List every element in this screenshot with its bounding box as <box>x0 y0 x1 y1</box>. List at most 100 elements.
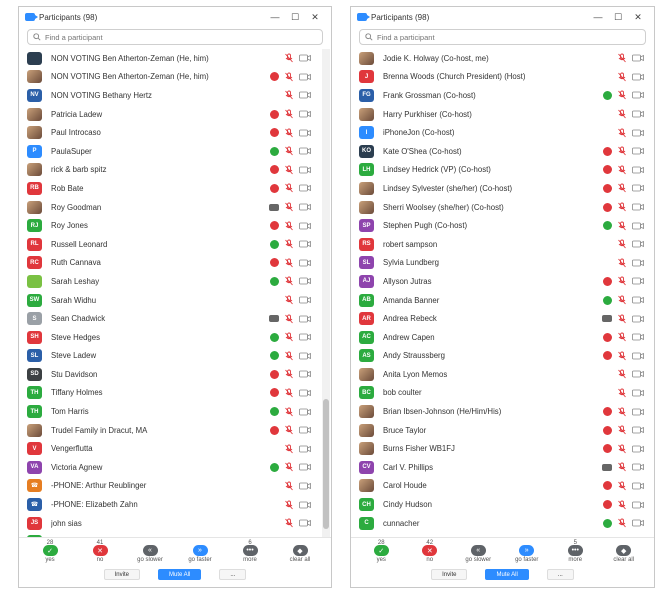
participant-row[interactable]: RJ Roy Jones <box>19 216 321 235</box>
participant-row[interactable]: Sherri Woolsey (she/her) (Co-host) <box>351 198 654 217</box>
video-off-icon[interactable] <box>632 240 644 248</box>
invite-button[interactable]: Invite <box>103 569 140 580</box>
video-off-icon[interactable] <box>632 445 644 453</box>
muted-mic-icon[interactable] <box>617 53 627 63</box>
video-off-icon[interactable] <box>632 519 644 527</box>
video-off-icon[interactable] <box>299 277 311 285</box>
participant-row[interactable]: ☎ -PHONE: Elizabeth Zahn <box>19 495 321 514</box>
minimize-icon[interactable]: — <box>265 12 285 22</box>
participant-row[interactable]: SL Sylvia Lundberg <box>351 254 654 273</box>
muted-mic-icon[interactable] <box>284 53 294 63</box>
participant-row[interactable]: J Brenna Woods (Church President) (Host) <box>351 68 654 87</box>
video-off-icon[interactable] <box>632 277 644 285</box>
participant-row[interactable]: JS john sias <box>19 514 321 533</box>
video-off-icon[interactable] <box>299 519 311 527</box>
participant-row[interactable]: CV Carl V. Phillips <box>351 458 654 477</box>
participant-row[interactable]: Carol Houde <box>351 477 654 496</box>
muted-mic-icon[interactable] <box>617 518 627 528</box>
invite-button[interactable]: Invite <box>431 569 468 580</box>
muted-mic-icon[interactable] <box>617 369 627 379</box>
reaction-go-faster-button[interactable]: » go faster <box>175 545 225 563</box>
participant-row[interactable]: V Vengerflutta <box>19 439 321 458</box>
muted-mic-icon[interactable] <box>284 146 294 156</box>
participant-row[interactable]: NON VOTING Ben Atherton-Zeman (He, him) <box>19 49 321 68</box>
participant-row[interactable]: NV NON VOTING Bethany Hertz <box>19 86 321 105</box>
muted-mic-icon[interactable] <box>284 388 294 398</box>
reaction-more-button[interactable]: ••• more <box>225 545 275 563</box>
muted-mic-icon[interactable] <box>284 221 294 231</box>
search-input[interactable] <box>377 32 629 42</box>
participant-row[interactable]: SH Steve Hedges <box>19 328 321 347</box>
participant-row[interactable]: RC Ruth Cannava <box>19 254 321 273</box>
participant-row[interactable]: Ccunnacher <box>351 514 654 533</box>
close-icon[interactable]: ✕ <box>305 12 325 23</box>
video-off-icon[interactable] <box>632 91 644 99</box>
participant-row[interactable]: TH Tom Harris <box>19 402 321 421</box>
mute-all-button[interactable]: Mute All <box>157 569 202 580</box>
muted-mic-icon[interactable] <box>284 369 294 379</box>
muted-mic-icon[interactable] <box>284 462 294 472</box>
muted-mic-icon[interactable] <box>284 276 294 286</box>
muted-mic-icon[interactable] <box>284 407 294 417</box>
video-off-icon[interactable] <box>632 333 644 341</box>
participant-row[interactable]: Roy Goodman <box>19 198 321 217</box>
video-off-icon[interactable] <box>299 501 311 509</box>
participant-row[interactable]: Lindsey Sylvester (she/her) (Co-host) <box>351 179 654 198</box>
participant-row[interactable]: AS Andy Straussberg <box>351 347 654 366</box>
search-input[interactable] <box>45 32 306 42</box>
video-off-icon[interactable] <box>632 73 644 81</box>
video-off-icon[interactable] <box>632 296 644 304</box>
muted-mic-icon[interactable] <box>617 276 627 286</box>
video-off-icon[interactable] <box>632 370 644 378</box>
video-off-icon[interactable] <box>299 482 311 490</box>
muted-mic-icon[interactable] <box>617 388 627 398</box>
muted-mic-icon[interactable] <box>617 332 627 342</box>
video-off-icon[interactable] <box>299 184 311 192</box>
muted-mic-icon[interactable] <box>284 183 294 193</box>
participant-row[interactable]: RL Russell Leonard <box>19 235 321 254</box>
maximize-icon[interactable]: ☐ <box>285 12 305 23</box>
participant-row[interactable]: Paul Introcaso <box>19 123 321 142</box>
participant-row[interactable]: AC Andrew Capen <box>351 328 654 347</box>
maximize-icon[interactable]: ☐ <box>608 12 628 23</box>
muted-mic-icon[interactable] <box>284 314 294 324</box>
video-off-icon[interactable] <box>299 54 311 62</box>
muted-mic-icon[interactable] <box>617 462 627 472</box>
mute-all-button[interactable]: Mute All <box>485 569 529 580</box>
reaction-clear-all-button[interactable]: ◆ clear all <box>600 545 649 563</box>
participant-row[interactable]: AB Amanda Banner <box>351 291 654 310</box>
participant-row[interactable]: rick & barb spitz <box>19 161 321 180</box>
video-off-icon[interactable] <box>299 296 311 304</box>
participant-row[interactable]: Brian Ibsen-Johnson (He/Him/His) <box>351 402 654 421</box>
video-off-icon[interactable] <box>299 463 311 471</box>
participant-row[interactable]: AR Andrea Rebeck <box>351 309 654 328</box>
video-off-icon[interactable] <box>299 259 311 267</box>
participant-search[interactable] <box>27 29 323 45</box>
reaction-clear-all-button[interactable]: ◆ clear all <box>275 545 325 563</box>
participant-row[interactable]: AJ Allyson Jutras <box>351 272 654 291</box>
muted-mic-icon[interactable] <box>284 444 294 454</box>
video-off-icon[interactable] <box>632 129 644 137</box>
video-off-icon[interactable] <box>299 315 311 323</box>
video-off-icon[interactable] <box>299 147 311 155</box>
muted-mic-icon[interactable] <box>284 239 294 249</box>
video-off-icon[interactable] <box>299 408 311 416</box>
participant-row[interactable]: CH Cindy Hudson <box>351 495 654 514</box>
participant-row[interactable]: SD Stu Davidson <box>19 365 321 384</box>
video-off-icon[interactable] <box>299 352 311 360</box>
muted-mic-icon[interactable] <box>617 425 627 435</box>
muted-mic-icon[interactable] <box>617 258 627 268</box>
video-off-icon[interactable] <box>299 333 311 341</box>
reaction-yes-button[interactable]: ✓ yes <box>25 545 75 563</box>
video-off-icon[interactable] <box>299 445 311 453</box>
participant-row[interactable]: S Sean Chadwick <box>19 309 321 328</box>
muted-mic-icon[interactable] <box>284 90 294 100</box>
muted-mic-icon[interactable] <box>617 314 627 324</box>
video-off-icon[interactable] <box>632 426 644 434</box>
muted-mic-icon[interactable] <box>284 518 294 528</box>
reaction-no-button[interactable]: ✕ no <box>75 545 125 563</box>
video-off-icon[interactable] <box>632 203 644 211</box>
video-off-icon[interactable] <box>299 426 311 434</box>
muted-mic-icon[interactable] <box>617 500 627 510</box>
video-off-icon[interactable] <box>632 352 644 360</box>
